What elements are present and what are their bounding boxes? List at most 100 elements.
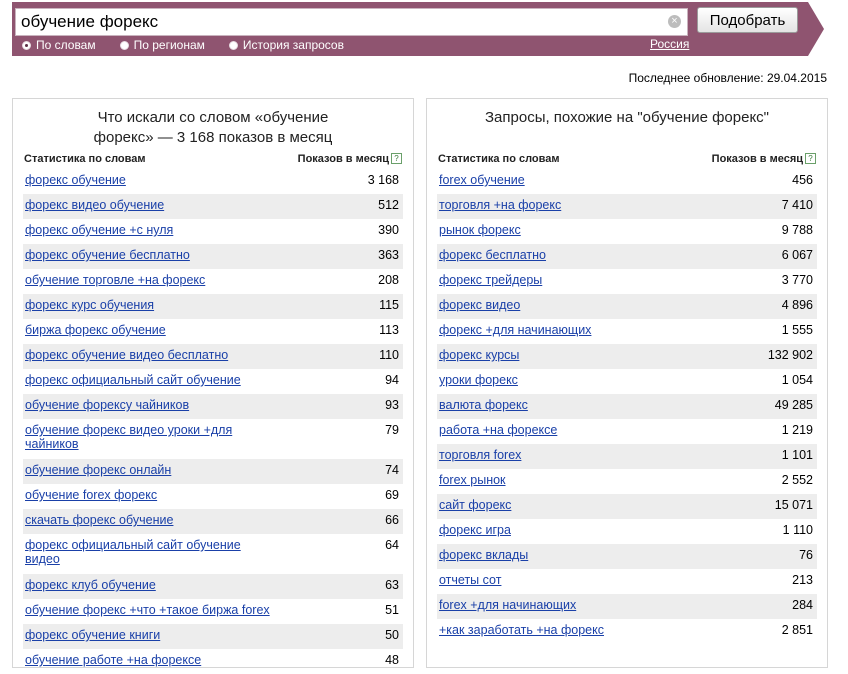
submit-button[interactable]: Подобрать [697, 7, 798, 33]
impressions-value: 512 [378, 198, 399, 212]
query-link[interactable]: уроки форекс [439, 373, 518, 387]
column-header-count: Показов в месяц? [298, 153, 402, 165]
impressions-value: 1 054 [781, 373, 813, 387]
impressions-value: 1 555 [781, 323, 813, 337]
table-row: уроки форекс 1 054 [437, 369, 817, 394]
query-link[interactable]: форекс видео [439, 298, 520, 312]
panel-title: Что искали со словом «обучение форекс» —… [93, 109, 333, 146]
query-link[interactable]: сайт форекс [439, 498, 511, 512]
table-row: форекс курсы 132 902 [437, 344, 817, 369]
table-row: обучение форекс онлайн 74 [23, 459, 403, 484]
query-link[interactable]: биржа форекс обучение [25, 323, 166, 337]
query-link[interactable]: форекс игра [439, 523, 511, 537]
table-row: форекс трейдеры 3 770 [437, 269, 817, 294]
table-row: обучение forex форекс 69 [23, 484, 403, 509]
query-link[interactable]: форекс +для начинающих [439, 323, 591, 337]
left-rows: форекс обучение 3 168 форекс видео обучени… [23, 169, 403, 674]
query-link[interactable]: форекс обучение бесплатно [25, 248, 190, 262]
table-row: форекс обучение 3 168 [23, 169, 403, 194]
table-row: форекс курс обучения 115 [23, 294, 403, 319]
query-link[interactable]: форекс видео обучение [25, 198, 164, 212]
impressions-value: 69 [385, 488, 399, 502]
query-link[interactable]: форекс курсы [439, 348, 519, 362]
radio-icon[interactable] [119, 40, 129, 50]
query-link[interactable]: обучение форексу чайников [25, 398, 189, 412]
query-link[interactable]: обучение forex форекс [25, 488, 157, 502]
table-row: форекс обучение бесплатно 363 [23, 244, 403, 269]
right-rows: forex обучение 456 торговля +на форекс 7 41… [437, 169, 817, 644]
query-link[interactable]: торговля forex [439, 448, 521, 462]
mode-history[interactable]: История запросов [228, 38, 344, 52]
radio-icon[interactable] [228, 40, 238, 50]
table-row: обучение форексу чайников 93 [23, 394, 403, 419]
query-link[interactable]: форекс обучение [25, 173, 126, 187]
table-row: валюта форекс 49 285 [437, 394, 817, 419]
query-link[interactable]: обучение работе +на форексе [25, 653, 201, 667]
impressions-value: 94 [385, 373, 399, 387]
query-link[interactable]: forex обучение [439, 173, 525, 187]
table-row: форекс официальный сайт обучение 94 [23, 369, 403, 394]
column-header: Статистика по словам Показов в месяц? [438, 153, 816, 167]
panel-title: Запросы, похожие на "обучение форекс" [484, 109, 770, 126]
radio-selected-icon[interactable] [22, 40, 31, 50]
query-link[interactable]: отчеты сот [439, 573, 501, 587]
impressions-value: 76 [799, 548, 813, 562]
impressions-value: 48 [385, 653, 399, 667]
query-link[interactable]: работа +на форексе [439, 423, 557, 437]
mode-label: История запросов [242, 38, 344, 52]
query-link[interactable]: форекс трейдеры [439, 273, 542, 287]
mode-selector: По словам По регионам История запросов [22, 37, 368, 53]
query-link[interactable]: форекс обучение +с нуля [25, 223, 173, 237]
query-link[interactable]: обучение форекс онлайн [25, 463, 171, 477]
region-link[interactable]: Россия [650, 37, 689, 51]
column-header-query: Статистика по словам [438, 153, 560, 165]
help-icon[interactable]: ? [391, 153, 402, 164]
query-link[interactable]: форекс бесплатно [439, 248, 546, 262]
query-link[interactable]: форекс официальный сайт обучение видео [25, 538, 275, 566]
impressions-value: 7 410 [781, 198, 813, 212]
table-row: обучение форекс видео уроки +для чайнико… [23, 419, 403, 459]
query-link[interactable]: форекс вклады [439, 548, 528, 562]
table-row: обучение форекс +что +такое биржа forex 5… [23, 599, 403, 624]
impressions-value: 15 071 [774, 498, 813, 512]
query-link[interactable]: форекс обучение книги [25, 628, 160, 642]
query-link[interactable]: forex +для начинающих [439, 598, 576, 612]
query-link[interactable]: скачать форекс обучение [25, 513, 173, 527]
query-link[interactable]: форекс клуб обучение [25, 578, 156, 592]
query-link[interactable]: forex рынок [439, 473, 506, 487]
search-input[interactable] [21, 12, 661, 32]
query-link[interactable]: торговля +на форекс [439, 198, 561, 212]
query-link[interactable]: +как заработать +на форекс [439, 623, 604, 637]
query-link[interactable]: обучение торговле +на форекс [25, 273, 205, 287]
impressions-value: 6 067 [781, 248, 813, 262]
table-row: forex обучение 456 [437, 169, 817, 194]
impressions-value: 4 896 [781, 298, 813, 312]
table-row: форекс клуб обучение 63 [23, 574, 403, 599]
impressions-value: 213 [792, 573, 813, 587]
mode-by-regions[interactable]: По регионам [119, 38, 205, 52]
column-header-query: Статистика по словам [24, 153, 146, 165]
column-header-count: Показов в месяц? [712, 153, 816, 165]
query-link[interactable]: обучение форекс +что +такое биржа forex [25, 603, 270, 617]
mode-label: По регионам [133, 38, 205, 52]
table-row: сайт форекс 15 071 [437, 494, 817, 519]
search-box[interactable]: × [15, 8, 688, 36]
help-icon[interactable]: ? [805, 153, 816, 164]
mode-by-words[interactable]: По словам [22, 38, 96, 52]
impressions-value: 208 [378, 273, 399, 287]
impressions-value: 64 [385, 538, 399, 552]
impressions-value: 132 902 [767, 348, 813, 362]
similar-queries-panel: Запросы, похожие на "обучение форекс" Ст… [426, 98, 828, 668]
query-link[interactable]: обучение форекс видео уроки +для чайнико… [25, 423, 275, 451]
clear-icon[interactable]: × [668, 15, 681, 28]
table-row: форекс обучение видео бесплатно 110 [23, 344, 403, 369]
query-link[interactable]: форекс официальный сайт обучение [25, 373, 241, 387]
query-link[interactable]: форекс обучение видео бесплатно [25, 348, 228, 362]
table-row: +как заработать +на форекс 2 851 [437, 619, 817, 644]
query-link[interactable]: рынок форекс [439, 223, 521, 237]
query-link[interactable]: форекс курс обучения [25, 298, 154, 312]
query-link[interactable]: валюта форекс [439, 398, 528, 412]
table-row: обучение торговле +на форекс 208 [23, 269, 403, 294]
table-row: форекс +для начинающих 1 555 [437, 319, 817, 344]
table-row: торговля +на форекс 7 410 [437, 194, 817, 219]
